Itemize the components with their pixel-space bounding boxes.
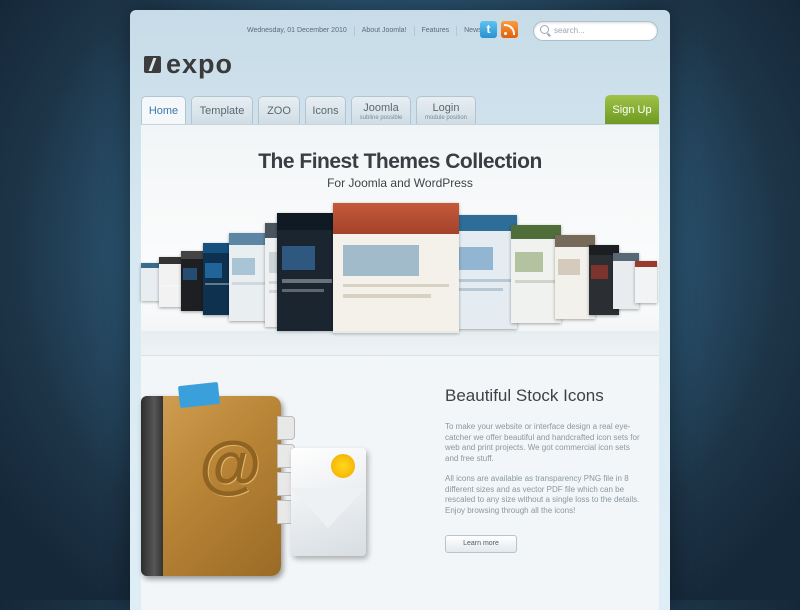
hero-title: The Finest Themes Collection bbox=[258, 150, 542, 173]
top-nav: Wednesday, 01 December 2010 About Joomla… bbox=[240, 26, 489, 36]
bookmark-flap bbox=[177, 381, 221, 409]
tab-joomla[interactable]: Joomla subline possible bbox=[351, 96, 411, 125]
theme-screenshot bbox=[141, 263, 161, 301]
nav-link-about[interactable]: About Joomla! bbox=[353, 26, 414, 36]
theme-screenshot bbox=[511, 225, 561, 323]
tab-sublabel: module position bbox=[424, 115, 468, 121]
theme-screenshot-featured bbox=[333, 203, 459, 333]
section-paragraph-1: To make your website or interface design… bbox=[445, 422, 640, 463]
address-book-icon: @ bbox=[141, 381, 281, 576]
theme-showcase-image bbox=[141, 203, 659, 333]
section-title: Beautiful Stock Icons bbox=[445, 386, 604, 405]
stock-icons-section: Beautiful Stock Icons To make your websi… bbox=[445, 386, 650, 553]
envelope-icon bbox=[291, 448, 366, 556]
theme-screenshot bbox=[453, 215, 517, 329]
hero-subtitle: For Joomla and WordPress bbox=[327, 176, 473, 190]
logo[interactable]: expo bbox=[144, 50, 233, 78]
theme-screenshot bbox=[277, 213, 337, 331]
tab-icons[interactable]: Icons bbox=[305, 96, 346, 125]
main-content: The Finest Themes Collection For Joomla … bbox=[141, 124, 659, 610]
at-sign-icon: @ bbox=[199, 428, 262, 500]
hero-section: The Finest Themes Collection For Joomla … bbox=[141, 125, 659, 356]
tab-zoo[interactable]: ZOO bbox=[258, 96, 300, 125]
tab-home[interactable]: Home bbox=[141, 96, 186, 126]
showcase-reflection bbox=[141, 331, 659, 355]
stamp-icon bbox=[331, 454, 355, 478]
tab-login[interactable]: Login module position bbox=[416, 96, 476, 125]
search-icon bbox=[540, 25, 549, 34]
search-input[interactable] bbox=[552, 25, 652, 36]
theme-screenshot bbox=[635, 261, 657, 303]
main-menu: Home Template ZOO Icons Joomla subline p… bbox=[141, 96, 476, 126]
rss-icon[interactable] bbox=[501, 21, 518, 38]
nav-link-features[interactable]: Features bbox=[413, 26, 457, 36]
tab-sublabel: subline possible bbox=[359, 115, 403, 121]
tab-label: Joomla bbox=[363, 102, 399, 114]
logo-mark-icon bbox=[144, 55, 161, 73]
date-text: Wednesday, 01 December 2010 bbox=[247, 27, 347, 34]
book-spine bbox=[141, 396, 163, 576]
twitter-icon[interactable]: t bbox=[480, 21, 497, 38]
logo-text: expo bbox=[166, 49, 234, 79]
tab-label: Icons bbox=[312, 105, 339, 117]
tab-label: ZOO bbox=[267, 105, 291, 117]
search-box bbox=[533, 21, 658, 41]
learn-more-button[interactable]: Learn more bbox=[445, 535, 517, 553]
social-links: t bbox=[480, 21, 518, 38]
tab-label: Home bbox=[148, 105, 179, 117]
stock-icons-illustration: @ bbox=[141, 356, 431, 610]
tab-template[interactable]: Template bbox=[191, 96, 253, 125]
page-container: Wednesday, 01 December 2010 About Joomla… bbox=[130, 10, 670, 610]
signup-button[interactable]: Sign Up bbox=[605, 95, 659, 125]
section-paragraph-2: All icons are available as transparency … bbox=[445, 474, 640, 515]
tab-label: Template bbox=[199, 105, 245, 117]
tab-label: Login bbox=[432, 102, 460, 114]
